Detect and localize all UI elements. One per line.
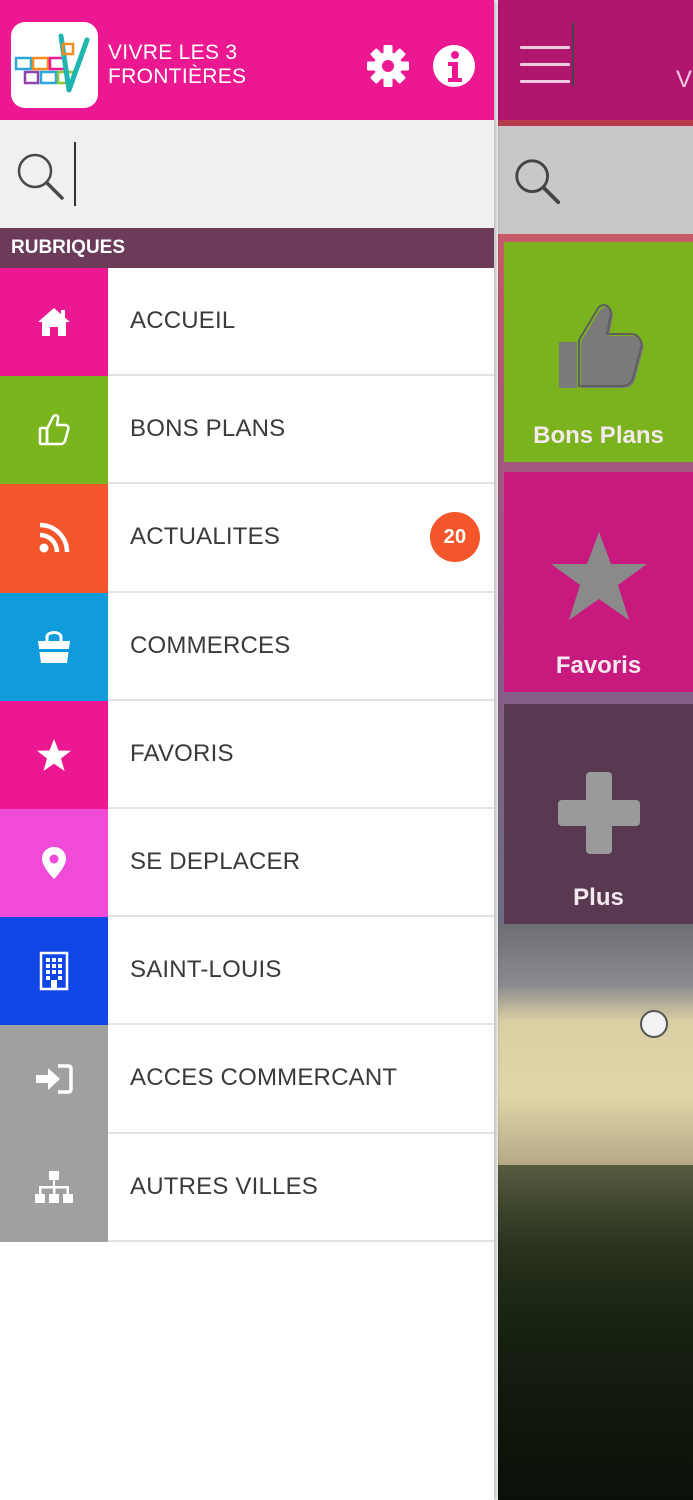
- menu-icon-box: [0, 917, 108, 1026]
- thumbs-up-icon: [558, 304, 644, 388]
- menu-icon-box: [0, 1025, 108, 1134]
- menu-item-accueil[interactable]: ACCUEIL: [0, 268, 494, 377]
- background-search-caret: [572, 22, 574, 86]
- menu-item-bons-plans[interactable]: BONS PLANS: [0, 376, 494, 485]
- search-icon: [17, 153, 64, 200]
- menu-icon-box: [0, 268, 108, 377]
- building-icon: [39, 951, 69, 991]
- menu-item-label-text: ACTUALITES: [130, 523, 281, 551]
- sign-in-icon: [36, 1064, 73, 1095]
- menu-list: ACCUEIL BONS PLANS ACTUALITES 20 COMMERC…: [0, 268, 494, 1242]
- menu-icon-box: [0, 484, 108, 593]
- background-header-title: V: [676, 66, 693, 93]
- background-search-bar[interactable]: [498, 126, 693, 234]
- menu-item-acces-commercant[interactable]: ACCES COMMERCANT: [0, 1025, 494, 1134]
- tile-bons-plans[interactable]: Bons Plans: [504, 242, 693, 462]
- text-caret: [74, 142, 76, 206]
- search-input[interactable]: [74, 142, 474, 206]
- settings-button[interactable]: [364, 42, 412, 90]
- menu-item-label: ACTUALITES 20: [108, 484, 494, 593]
- home-icon: [38, 308, 70, 337]
- app-title-line1: VIVRE LES 3: [108, 41, 238, 64]
- background-building: [498, 925, 693, 1165]
- shopping-bag-icon: [38, 630, 70, 663]
- menu-icon-box: [0, 808, 108, 918]
- background-screen: V Bons Plans Favoris Plus: [498, 0, 693, 1500]
- rss-icon: [39, 523, 70, 553]
- menu-item-label: AUTRES VILLES: [108, 1134, 494, 1242]
- section-header: RUBRIQUES: [0, 228, 494, 268]
- menu-icon-box: [0, 592, 108, 701]
- sitemap-icon: [35, 1170, 73, 1203]
- menu-icon-box: [0, 1133, 108, 1242]
- app-title-line2: FRONTIÈRES: [108, 65, 247, 88]
- menu-item-label: ACCES COMMERCANT: [108, 1025, 494, 1134]
- info-button[interactable]: [430, 42, 478, 90]
- app-logo-graphic: [14, 33, 90, 93]
- menu-item-autres-villes[interactable]: AUTRES VILLES: [0, 1133, 494, 1242]
- drawer-header: VIVRE LES 3 FRONTIÈRES: [0, 0, 494, 120]
- tile-label: Favoris: [555, 652, 642, 679]
- menu-item-se-deplacer[interactable]: SE DEPLACER: [0, 808, 494, 918]
- menu-item-label: ACCUEIL: [108, 268, 494, 377]
- menu-item-label: SAINT-LOUIS: [108, 917, 494, 1026]
- gear-icon: [367, 45, 409, 87]
- menu-item-label: COMMERCES: [108, 593, 494, 701]
- background-header: V: [498, 0, 693, 120]
- notification-badge: 20: [430, 512, 480, 563]
- menu-item-label: FAVORIS: [108, 701, 494, 809]
- tile-plus[interactable]: Plus: [504, 704, 693, 924]
- menu-item-label: SE DEPLACER: [108, 809, 494, 918]
- app-title: VIVRE LES 3 FRONTIÈRES: [108, 41, 246, 89]
- thumbs-up-icon: [38, 414, 70, 446]
- menu-item-commerces[interactable]: COMMERCES: [0, 592, 494, 701]
- search-icon: [515, 159, 561, 205]
- menu-item-label: BONS PLANS: [108, 376, 494, 485]
- menu-item-actualites[interactable]: ACTUALITES 20: [0, 484, 494, 593]
- map-marker-icon: [42, 847, 66, 880]
- tile-label: Bons Plans: [533, 422, 664, 449]
- menu-icon-box: [0, 376, 108, 485]
- clock-icon: [640, 1010, 668, 1038]
- star-icon: [37, 738, 71, 771]
- search-bar: [0, 120, 494, 228]
- plus-icon: [557, 772, 640, 854]
- app-logo: [11, 22, 98, 108]
- tile-favoris[interactable]: Favoris: [504, 472, 693, 692]
- menu-item-favoris[interactable]: FAVORIS: [0, 700, 494, 809]
- info-icon: [433, 45, 475, 87]
- star-icon: [550, 532, 647, 620]
- menu-item-saint-louis[interactable]: SAINT-LOUIS: [0, 917, 494, 1026]
- tile-label: Plus: [573, 884, 624, 911]
- menu-icon-box: [0, 700, 108, 809]
- navigation-drawer: VIVRE LES 3 FRONTIÈRES RUBRIQUES ACCUEIL…: [0, 0, 494, 1500]
- hamburger-menu-icon[interactable]: [520, 46, 570, 86]
